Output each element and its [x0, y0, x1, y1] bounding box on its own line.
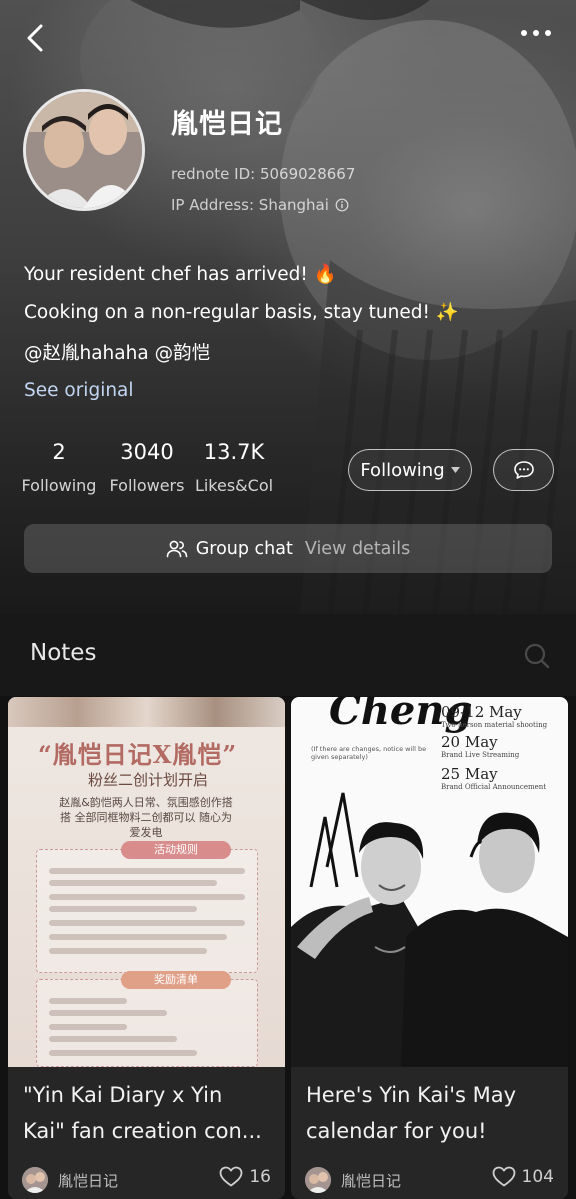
caret-down-icon — [450, 467, 460, 473]
poster-background: Cheng (If there are changes, notice will… — [291, 697, 568, 1067]
author-name: 胤恺日记 — [58, 1171, 119, 1190]
bio-line-1: Your resident chef has arrived! 🔥 — [24, 264, 337, 285]
search-icon — [524, 643, 550, 669]
poster-text-line — [49, 1010, 167, 1016]
followers-count: 3040 — [120, 440, 174, 464]
poster-rewards-box: 奖励清单 — [36, 971, 258, 1067]
author-avatar — [305, 1167, 331, 1193]
poster-text-line — [49, 1024, 127, 1030]
following-label: Following — [21, 476, 97, 495]
avatar[interactable] — [23, 89, 145, 211]
followers-label: Followers — [109, 476, 185, 495]
note-card[interactable]: “胤恺日记X胤恺” 粉丝二创计划开启 赵胤&韵恺两人日常、氛围感创作搭搭 全部同… — [8, 697, 285, 1199]
note-author[interactable]: 胤恺日记 — [22, 1167, 118, 1193]
more-button[interactable] — [518, 22, 554, 44]
notes-tab-bar: Notes — [0, 614, 576, 696]
group-users-icon — [166, 540, 188, 557]
back-button[interactable] — [22, 22, 48, 54]
poster-text-line — [49, 1050, 197, 1056]
note-title-line-1: "Yin Kai Diary x Yin — [23, 1083, 223, 1107]
poster-rules-box: 活动规则 — [36, 841, 258, 973]
like-button[interactable]: 104 — [492, 1166, 554, 1187]
following-button[interactable]: Following — [348, 449, 472, 491]
group-chat-bar[interactable]: Group chat View details — [24, 524, 552, 573]
note-cover-image[interactable]: “胤恺日记X胤恺” 粉丝二创计划开启 赵胤&韵恺两人日常、氛围感创作搭搭 全部同… — [8, 697, 285, 1067]
note-cover-image[interactable]: Cheng (If there are changes, notice will… — [291, 697, 568, 1067]
poster-text-line — [49, 948, 207, 954]
followers-stat[interactable]: 3040 Followers — [108, 440, 186, 495]
group-chat-label: Group chat — [195, 538, 293, 559]
poster-subtitle: 粉丝二创计划开启 — [88, 771, 209, 789]
poster-text-line — [49, 906, 197, 912]
note-title-line-2: Kai" fan creation con... — [23, 1119, 262, 1143]
following-count: 2 — [52, 440, 66, 464]
note-author[interactable]: 胤恺日记 — [305, 1167, 401, 1193]
poster-text-line — [49, 894, 245, 900]
like-count: 104 — [521, 1166, 554, 1187]
like-button[interactable]: 16 — [219, 1166, 271, 1187]
poster-rules-label: 活动规则 — [121, 841, 231, 859]
avatar-image — [26, 92, 142, 208]
poster-text-line — [49, 998, 127, 1004]
see-original-link[interactable]: See original — [24, 380, 134, 401]
heart-icon — [492, 1166, 515, 1187]
poster-text-line — [49, 920, 245, 926]
profile-header: 胤恺日记 rednote ID: 5069028667 IP Address: … — [0, 0, 576, 614]
following-stat[interactable]: 2 Following — [18, 440, 100, 495]
ip-address-text: IP Address: Shanghai — [171, 196, 329, 214]
chat-bubble-icon — [513, 461, 534, 479]
poster-photo — [291, 792, 568, 1067]
following-button-label: Following — [360, 459, 445, 481]
note-title-line-2: calendar for you! — [306, 1119, 487, 1143]
message-button[interactable] — [493, 449, 554, 491]
likes-count: 13.7K — [203, 440, 265, 464]
bio-line-mentions[interactable]: @赵胤hahaha @韵恺 — [24, 339, 210, 365]
poster-description: 赵胤&韵恺两人日常、氛围感创作搭搭 全部同框物料二创都可以 随心为爱发电 — [59, 796, 233, 839]
bio-line-2: Cooking on a non-regular basis, stay tun… — [24, 302, 459, 323]
chevron-left-icon — [27, 24, 43, 52]
rednote-id[interactable]: rednote ID: 5069028667 — [171, 165, 355, 183]
tab-notes[interactable]: Notes — [30, 640, 96, 666]
poster-text-line — [49, 1036, 177, 1042]
note-title[interactable]: "Yin Kai Diary x Yin Kai" fan creation c… — [23, 1077, 278, 1149]
likes-stat[interactable]: 13.7K Likes&Col — [194, 440, 274, 495]
note-card[interactable]: Cheng (If there are changes, notice will… — [291, 697, 568, 1199]
poster-rewards-label: 奖励清单 — [121, 971, 231, 989]
notes-search-button[interactable] — [523, 642, 551, 670]
profile-nickname: 胤恺日记 — [171, 109, 283, 140]
likes-label: Likes&Col — [194, 476, 274, 495]
more-horizontal-icon — [521, 30, 551, 36]
ip-address: IP Address: Shanghai — [171, 196, 349, 214]
note-title[interactable]: Here's Yin Kai's May calendar for you! — [306, 1077, 561, 1149]
poster-background: “胤恺日记X胤恺” 粉丝二创计划开启 赵胤&韵恺两人日常、氛围感创作搭搭 全部同… — [8, 697, 285, 1067]
poster-photo-strip — [8, 697, 285, 727]
poster-text-line — [49, 868, 245, 874]
group-chat-details-link[interactable]: View details — [305, 539, 410, 559]
note-title-line-1: Here's Yin Kai's May — [306, 1083, 516, 1107]
poster-title: “胤恺日记X胤恺” — [38, 740, 238, 769]
poster-text-line — [49, 880, 217, 886]
author-name: 胤恺日记 — [341, 1171, 402, 1190]
like-count: 16 — [249, 1166, 271, 1187]
info-icon[interactable] — [335, 198, 349, 212]
poster-text-line — [49, 934, 227, 940]
heart-icon — [219, 1166, 243, 1187]
author-avatar — [22, 1167, 48, 1193]
